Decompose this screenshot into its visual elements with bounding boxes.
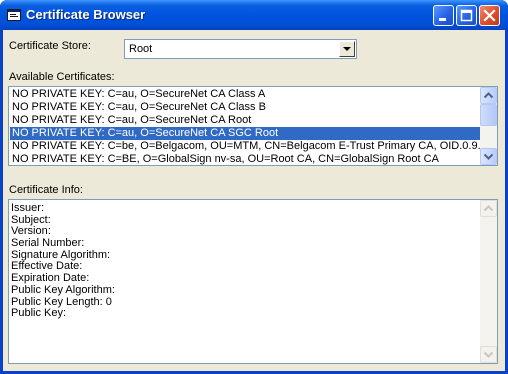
certificate-store-label: Certificate Store: <box>9 40 91 52</box>
certificate-info-line: Serial Number: <box>11 237 85 250</box>
certificate-info-line: Public Key Algorithm: <box>11 283 115 296</box>
maximize-icon <box>460 9 473 22</box>
dropdown-button[interactable] <box>339 41 355 57</box>
info-scroll-up-button[interactable] <box>480 200 497 217</box>
minimize-button[interactable] <box>433 5 454 26</box>
arrow-down-icon <box>483 153 494 160</box>
certificate-list-item[interactable]: NO PRIVATE KEY: C=au, O=SecureNet CA Roo… <box>10 114 480 127</box>
certificate-info-line: Issuer: <box>11 202 45 214</box>
certificate-info-lines: Issuer: Subject: Version: Serial Number: Sig… <box>11 202 115 320</box>
close-icon <box>483 9 496 22</box>
certificates-list-items: NO PRIVATE KEY: C=au, O=SecureNet CA Cla… <box>10 88 480 165</box>
certificate-list-item[interactable]: NO PRIVATE KEY: C=be, O=Belgacom, OU=MTM… <box>10 140 480 153</box>
certificate-store-value: Root <box>129 43 153 55</box>
scroll-up-button[interactable] <box>480 87 497 104</box>
certificate-browser-window: Certificate Browser Certificate Store: R… <box>0 0 508 374</box>
available-certificates-label: Available Certificates: <box>9 71 115 83</box>
certificates-scrollbar[interactable] <box>480 87 497 165</box>
info-scrollbar[interactable] <box>480 200 497 363</box>
scroll-thumb[interactable] <box>480 104 497 126</box>
certificates-list[interactable]: NO PRIVATE KEY: C=au, O=SecureNet CA Cla… <box>8 86 498 166</box>
minimize-icon <box>439 18 446 21</box>
certificate-info-label: Certificate Info: <box>9 184 83 196</box>
title-bar[interactable]: Certificate Browser <box>0 0 508 30</box>
info-scroll-down-button[interactable] <box>480 346 497 363</box>
maximize-button[interactable] <box>456 5 477 26</box>
certificate-list-item[interactable]: NO PRIVATE KEY: C=au, O=SecureNet CA SGC… <box>10 127 480 140</box>
arrow-up-icon <box>483 92 494 99</box>
app-icon <box>7 9 21 21</box>
window-title: Certificate Browser <box>26 7 146 22</box>
certificate-info-line: Public Key: <box>11 307 67 320</box>
arrow-down-icon <box>483 351 494 358</box>
certificate-list-item[interactable]: NO PRIVATE KEY: C=au, O=SecureNet CA Cla… <box>10 101 480 114</box>
certificate-list-item[interactable]: NO PRIVATE KEY: C=BE, O=GlobalSign nv-sa… <box>10 153 480 165</box>
chevron-down-icon <box>343 47 351 51</box>
scroll-down-button[interactable] <box>480 148 497 165</box>
close-button[interactable] <box>479 5 500 26</box>
certificate-store-select[interactable]: Root <box>124 39 357 59</box>
arrow-up-icon <box>483 205 494 212</box>
certificate-list-item[interactable]: NO PRIVATE KEY: C=au, O=SecureNet CA Cla… <box>10 88 480 101</box>
certificate-info-text[interactable]: Issuer: Subject: Version: Serial Number: Sig… <box>8 199 498 364</box>
